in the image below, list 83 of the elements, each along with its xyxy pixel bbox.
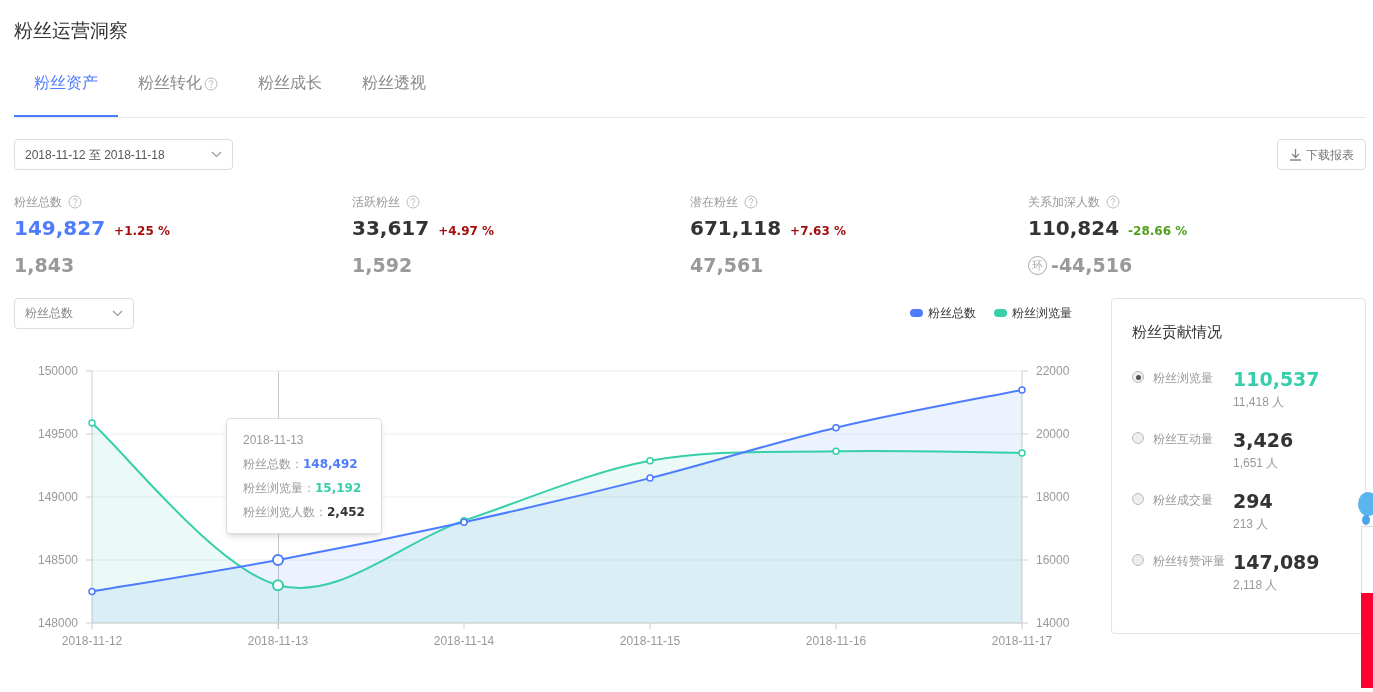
axis-label: 149000 (37, 489, 78, 504)
point (832, 447, 840, 455)
axis-label: 148500 (37, 552, 78, 567)
change-percent: +4.97 % (438, 223, 495, 240)
axis-label: 16000 (1036, 552, 1070, 567)
tooltip-value: 148,492 (303, 455, 358, 473)
radio-button[interactable] (1132, 371, 1144, 383)
metric-value: 110,824 (1028, 215, 1120, 242)
download-icon (1289, 148, 1302, 161)
change-percent: +7.63 % (790, 223, 846, 240)
date-range-picker[interactable]: 2018-11-12 至 2018-11-18 (14, 139, 233, 170)
item-value: 110,537 (1233, 368, 1320, 390)
legend-label: 粉丝浏览量 (1012, 305, 1072, 322)
item-label: 粉丝浏览量 (1153, 370, 1214, 387)
tooltip-label: 粉丝总数： (243, 455, 303, 473)
item-label: 粉丝转赞评量 (1153, 553, 1226, 570)
point (646, 456, 654, 465)
metric-value: 671,118 (690, 215, 782, 242)
metric-subvalue: 1,843 (14, 253, 75, 278)
metric-dropdown[interactable]: 粉丝总数 (14, 297, 134, 329)
radio-button[interactable] (1132, 493, 1144, 505)
item-label: 粉丝成交量 (1153, 492, 1214, 509)
item-people: 213 人 (1233, 516, 1270, 533)
axis-label: 150000 (37, 363, 78, 378)
axis-label: 2018-11-17 (991, 633, 1053, 648)
metric-label: 粉丝总数 (14, 194, 62, 211)
metric-label: 潜在粉丝 (690, 194, 738, 211)
tooltip-label: 粉丝浏览量： (243, 479, 315, 497)
tooltip-value: 15,192 (315, 479, 362, 497)
axis-label: 149500 (37, 426, 78, 441)
change-percent: -28.66 % (1128, 223, 1188, 240)
axis-label: 2018-11-14 (433, 633, 495, 648)
axis-label: 2018-11-12 (61, 633, 123, 648)
item-value: 294 (1233, 490, 1273, 512)
item-people: 11,418 人 (1233, 394, 1286, 411)
help-icon (68, 195, 82, 209)
point (88, 418, 96, 427)
mascot-icon (1356, 490, 1373, 526)
tab[interactable]: 粉丝转化 (118, 50, 238, 117)
chevron-down-icon (112, 309, 123, 317)
help-icon (744, 195, 758, 209)
point (832, 423, 840, 431)
item-value: 3,426 (1233, 429, 1294, 451)
axis-label: 148000 (37, 615, 78, 630)
tooltip-label: 粉丝浏览人数： (243, 503, 327, 521)
tab[interactable]: 粉丝资产 (14, 50, 118, 117)
point (1018, 448, 1026, 457)
legend-label: 粉丝总数 (928, 305, 976, 322)
metric-value: 33,617 (352, 215, 430, 242)
point (88, 587, 96, 595)
axis-label: 2018-11-15 (619, 633, 681, 648)
help-icon (204, 77, 218, 91)
item-people: 2,118 人 (1233, 577, 1279, 594)
metric-label: 关系加深人数 (1028, 194, 1100, 211)
tab[interactable]: 粉丝成长 (238, 50, 342, 117)
radio-button[interactable] (1132, 554, 1144, 566)
chevron-down-icon (211, 151, 222, 158)
axis-label: 22000 (1036, 363, 1070, 378)
download-button[interactable]: 下载报表 (1277, 139, 1366, 170)
axis-label: 2018-11-13 (247, 633, 309, 648)
metric-label: 活跃粉丝 (352, 194, 400, 211)
card-title: 粉丝贡献情况 (1132, 321, 1223, 342)
item-value: 147,089 (1233, 551, 1320, 573)
page-title: 粉丝运营洞察 (14, 19, 129, 43)
item-label: 粉丝互动量 (1153, 431, 1214, 448)
axis-label: 18000 (1036, 489, 1070, 504)
metric-subvalue: 1,592 (352, 253, 413, 278)
metric-subvalue: 47,561 (690, 253, 764, 278)
item-people: 1,651 人 (1233, 455, 1280, 472)
change-percent: +1.25 % (114, 223, 170, 240)
axis-label: 14000 (1036, 615, 1070, 630)
tooltip-title: 2018-11-13 (243, 431, 305, 449)
point (1018, 385, 1026, 394)
metric-value: 149,827 (14, 215, 106, 242)
radio-button[interactable] (1132, 432, 1144, 444)
axis-label: 20000 (1036, 426, 1070, 441)
help-icon (1106, 195, 1120, 209)
point (646, 473, 654, 482)
tab[interactable]: 粉丝透视 (342, 50, 446, 117)
axis-label: 2018-11-16 (805, 633, 867, 648)
help-icon (406, 195, 420, 209)
metric-subvalue: -44,516 (1051, 253, 1133, 278)
tooltip-value: 2,452 (327, 503, 365, 521)
